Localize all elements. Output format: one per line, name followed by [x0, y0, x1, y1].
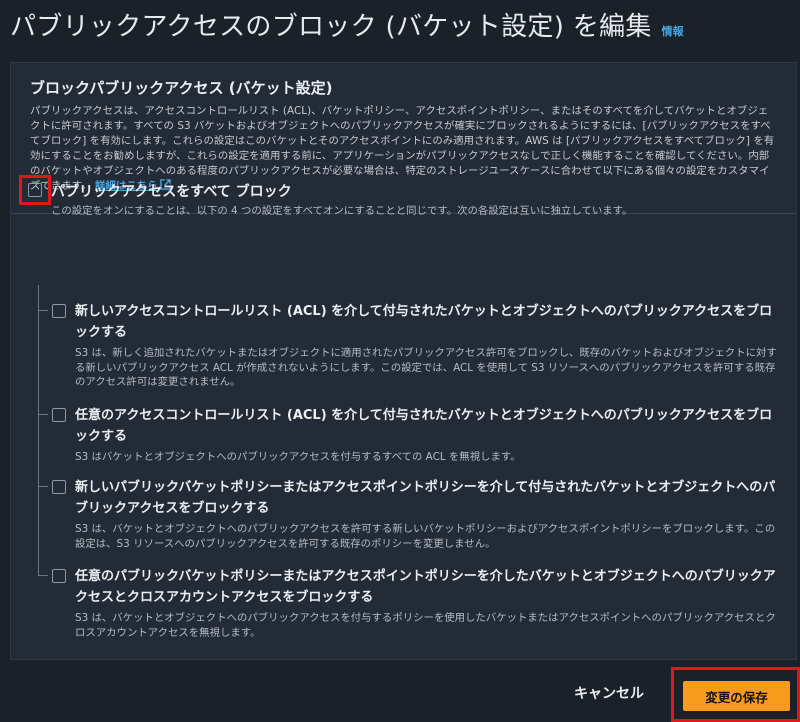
- page-title: パブリックアクセスのブロック (バケット設定) を編集: [10, 12, 652, 42]
- block-new-policies-checkbox[interactable]: [52, 480, 66, 494]
- block-new-acls-label[interactable]: 新しいアクセスコントロールリスト (ACL) を介して付与されたバケットとオブジ…: [75, 301, 778, 343]
- page-header: パブリックアクセスのブロック (バケット設定) を編集 情報: [10, 6, 790, 43]
- tree-branch: [38, 486, 48, 487]
- block-any-acls-label[interactable]: 任意のアクセスコントロールリスト (ACL) を介して付与されたバケットとオブジ…: [75, 405, 778, 447]
- option-block-any-acls: 任意のアクセスコントロールリスト (ACL) を介して付与されたバケットとオブジ…: [38, 405, 778, 465]
- block-all-checkbox-highlight: [19, 175, 51, 205]
- block-any-policies-description: S3 は、バケットとオブジェクトへのパブリックアクセスを付与するポリシーを使用し…: [75, 612, 776, 639]
- option-block-new-policies: 新しいパブリックバケットポリシーまたはアクセスポイントポリシーを介して付与された…: [38, 477, 778, 551]
- block-any-policies-checkbox[interactable]: [52, 569, 66, 583]
- block-new-policies-description: S3 は、バケットとオブジェクトへのパブリックアクセスを許可する新しいバケットポ…: [75, 523, 776, 550]
- block-all-checkbox[interactable]: [28, 183, 42, 197]
- block-any-acls-description: S3 はバケットとオブジェクトへのパブリックアクセスを付与するすべての ACL …: [75, 451, 521, 463]
- save-changes-button[interactable]: 変更の保存: [683, 681, 790, 711]
- block-any-acls-checkbox[interactable]: [52, 408, 66, 422]
- panel-title: ブロックパブリックアクセス (バケット設定): [30, 79, 333, 97]
- panel-description-text: パブリックアクセスは、アクセスコントロールリスト (ACL)、バケットポリシー、…: [30, 105, 775, 192]
- panel-header: ブロックパブリックアクセス (バケット設定) パブリックアクセスは、アクセスコン…: [11, 63, 796, 194]
- info-link[interactable]: 情報: [662, 23, 684, 39]
- block-new-policies-label[interactable]: 新しいパブリックバケットポリシーまたはアクセスポイントポリシーを介して付与された…: [75, 477, 778, 519]
- option-block-new-acls: 新しいアクセスコントロールリスト (ACL) を介して付与されたバケットとオブジ…: [38, 301, 778, 390]
- block-any-policies-label[interactable]: 任意のパブリックバケットポリシーまたはアクセスポイントポリシーを介したバケットと…: [75, 566, 778, 608]
- block-new-acls-description: S3 は、新しく追加されたバケットまたはオブジェクトに適用されたパブリックアクセ…: [75, 347, 777, 388]
- cancel-button[interactable]: キャンセル: [574, 683, 644, 703]
- block-new-acls-checkbox[interactable]: [52, 304, 66, 318]
- tree-branch: [38, 575, 48, 576]
- option-block-any-policies: 任意のパブリックバケットポリシーまたはアクセスポイントポリシーを介したバケットと…: [38, 566, 778, 640]
- block-all-description: この設定をオンにすることは、以下の 4 つの設定をすべてオンにすることと同じです…: [51, 205, 633, 217]
- tree-branch: [38, 414, 48, 415]
- block-all-label[interactable]: パブリックアクセスをすべて ブロック: [51, 181, 292, 201]
- tree-branch: [38, 310, 48, 311]
